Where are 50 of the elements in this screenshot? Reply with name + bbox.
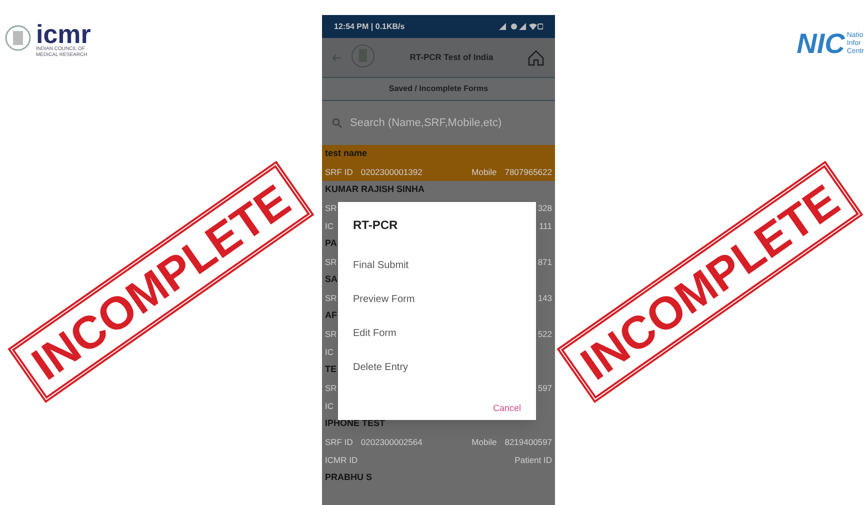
dialog-option[interactable]: Final Submit — [353, 248, 521, 282]
record-field: ICMR ID — [325, 454, 358, 466]
record-name: PRABHU S — [325, 471, 372, 484]
record-field: SR — [325, 328, 337, 340]
record-name: IPHONE TEST — [325, 417, 386, 430]
dialog-option[interactable]: Preview Form — [353, 282, 521, 316]
record-field: 328 — [538, 202, 552, 214]
record-name: test name — [325, 147, 368, 160]
record-field: 0202300002564 — [360, 436, 422, 448]
logo-wordmark: icmr — [36, 22, 91, 46]
record-field: IC — [325, 346, 334, 358]
record-field: SR — [325, 382, 337, 394]
back-button[interactable] — [332, 52, 342, 62]
status-icons — [499, 22, 543, 31]
dialog-option[interactable]: Delete Entry — [353, 350, 521, 384]
record-field: Mobile — [472, 166, 497, 178]
status-time: 12:54 PM | 0.1KB/s — [334, 20, 405, 32]
record-field: Patient ID — [514, 454, 552, 466]
app-title: RT-PCR Test of India — [408, 51, 494, 64]
record-field: Mobile — [472, 436, 497, 448]
record-field: SRF ID — [325, 166, 353, 178]
record-field: 871 — [538, 256, 552, 268]
home-button[interactable] — [527, 48, 545, 66]
dialog-title: RT-PCR — [353, 217, 399, 234]
record-field: 8219400597 — [504, 436, 552, 448]
record-field: 143 — [538, 292, 552, 304]
record-field: 7807965622 — [504, 166, 552, 178]
record-field: 522 — [538, 328, 552, 340]
record-row[interactable]: SRF ID 0202300001392 Mobile 7807965622 — [322, 163, 555, 181]
record-field: 0202300001392 — [360, 166, 422, 178]
search-icon — [332, 118, 342, 128]
dialog-option[interactable]: Edit Form — [353, 316, 521, 350]
record-name: PA — [325, 237, 337, 250]
record-name: AF — [325, 309, 337, 322]
section-title: Saved / Incomplete Forms — [388, 83, 488, 95]
record-field: SR — [325, 256, 337, 268]
record-field: 597 — [538, 382, 552, 394]
cancel-button[interactable]: Cancel — [492, 402, 521, 416]
record-field: IC — [325, 220, 334, 232]
record-field: SR — [325, 202, 337, 214]
record-row[interactable]: test name — [322, 145, 555, 163]
search-field[interactable]: Search (Name,SRF,Mobile,etc) — [350, 114, 545, 132]
record-name: KUMAR RAJISH SINHA — [325, 183, 425, 196]
record-field: SRF ID — [325, 436, 353, 448]
record-field: 111 — [539, 220, 552, 232]
record-field: IC — [325, 400, 334, 412]
record-field: SR — [325, 292, 337, 304]
record-name: TE — [325, 363, 337, 376]
record-name: SA — [325, 273, 338, 286]
logo-wordmark: NIC — [796, 30, 845, 58]
